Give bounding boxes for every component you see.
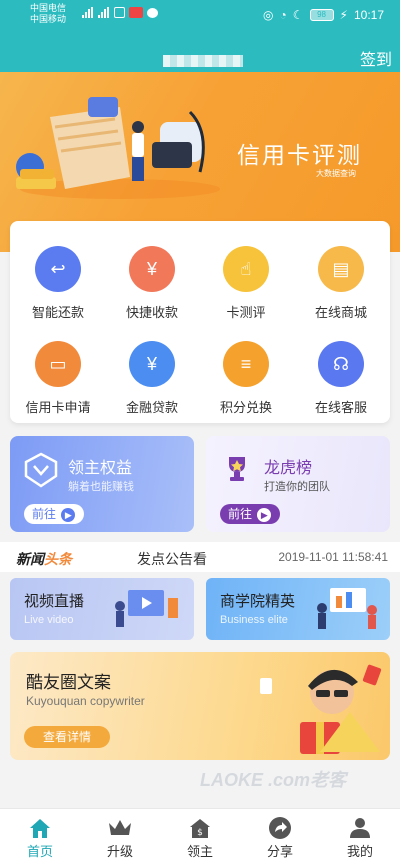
promo-title: 领主权益 bbox=[68, 460, 133, 477]
svg-text:$: $ bbox=[197, 828, 203, 838]
charging-icon: ⚡ bbox=[339, 8, 348, 22]
news-logo-b: 头条 bbox=[44, 551, 72, 567]
trophy-icon bbox=[229, 457, 245, 481]
banner-illustration bbox=[16, 97, 220, 199]
moon-icon: ☾ bbox=[292, 8, 304, 22]
card-title: 商学院精英 bbox=[220, 593, 296, 610]
news-ticker[interactable]: 新闻头条 发点公告看 2019-11-01 11:58:41 bbox=[0, 542, 400, 572]
tab-label: 升级 bbox=[106, 844, 133, 859]
service-label: 在线商城 bbox=[314, 305, 367, 320]
news-time: 2019-11-01 11:58:41 bbox=[278, 550, 388, 564]
service-points-exchange[interactable]: ≡ 积分兑换 bbox=[201, 341, 291, 416]
hand-touch-icon: ☝ bbox=[223, 246, 269, 292]
tab-label: 领主 bbox=[186, 844, 213, 859]
business-illustration bbox=[317, 588, 377, 629]
signal-icon-2 bbox=[98, 7, 110, 18]
app-badge-icon bbox=[129, 7, 143, 18]
nfc-icon: ◎ bbox=[263, 8, 274, 22]
share-icon bbox=[250, 815, 310, 841]
service-label: 金融贷款 bbox=[125, 400, 178, 415]
service-label: 在线客服 bbox=[314, 400, 367, 415]
credit-card-icon: ▭ bbox=[35, 341, 81, 387]
card-title: 视频直播 bbox=[24, 593, 85, 610]
clock: 10:17 bbox=[353, 8, 384, 22]
money-bag-icon: ¥ bbox=[129, 341, 175, 387]
go-button[interactable]: 前往 ▶ bbox=[220, 504, 280, 524]
service-quick-collect[interactable]: ¥ 快捷收款 bbox=[107, 246, 197, 321]
service-label: 信用卡申请 bbox=[25, 400, 91, 415]
arrow-right-icon: ▶ bbox=[61, 508, 76, 522]
medal-icon bbox=[24, 452, 58, 488]
card-subtitle: Live video bbox=[24, 614, 74, 626]
battery-icon: 98 bbox=[309, 9, 334, 21]
go-button[interactable]: 前往 ▶ bbox=[24, 504, 84, 524]
tab-label: 我的 bbox=[346, 844, 373, 859]
service-online-mall[interactable]: ▤ 在线商城 bbox=[296, 246, 386, 321]
copywriter-banner[interactable]: 酷友圈文案 Kuyouquan copywriter 查看详情 bbox=[10, 652, 390, 760]
go-label: 前往 bbox=[32, 507, 57, 521]
view-details-button[interactable]: 查看详情 bbox=[24, 726, 110, 748]
service-card-apply[interactable]: ▭ 信用卡申请 bbox=[13, 341, 103, 416]
lord-rights-card[interactable]: 领主权益 躺着也能赚钱 前往 ▶ bbox=[10, 436, 194, 532]
copywriter-illustration bbox=[260, 664, 382, 754]
carrier-2: 中国移动 bbox=[30, 14, 67, 24]
bottom-tab-bar: 首页 升级 $ 领主 分享 我的 bbox=[0, 808, 400, 866]
alarm-icon: ◔ bbox=[279, 8, 287, 22]
headset-icon: ☊ bbox=[318, 341, 364, 387]
service-smart-repay[interactable]: ↩ 智能还款 bbox=[13, 246, 103, 321]
video-live-card[interactable]: 视频直播 Live video bbox=[10, 578, 194, 640]
card-return-icon: ↩ bbox=[35, 246, 81, 292]
crown-icon bbox=[90, 815, 150, 841]
signal-icon bbox=[82, 7, 94, 18]
service-online-support[interactable]: ☊ 在线客服 bbox=[296, 341, 386, 416]
blurred-title bbox=[163, 55, 243, 67]
service-finance-loan[interactable]: ¥ 金融贷款 bbox=[107, 341, 197, 416]
tab-share[interactable]: 分享 bbox=[250, 815, 310, 860]
promo-title: 龙虎榜 bbox=[264, 460, 313, 477]
banner-title: 信用卡评测 bbox=[237, 142, 362, 168]
card-subtitle: Business elite bbox=[220, 614, 288, 626]
tab-label: 分享 bbox=[266, 844, 293, 859]
news-logo: 新闻头条 bbox=[16, 549, 72, 569]
carrier-info: 中国电信 中国移动 bbox=[30, 3, 66, 25]
service-label: 快捷收款 bbox=[125, 305, 178, 320]
tab-home[interactable]: 首页 bbox=[10, 815, 70, 860]
tab-mine[interactable]: 我的 bbox=[330, 815, 390, 860]
video-illustration bbox=[115, 590, 178, 627]
sign-in-button[interactable]: 签到 bbox=[360, 46, 392, 70]
tab-upgrade[interactable]: 升级 bbox=[90, 815, 150, 860]
service-card-evaluate[interactable]: ☝ 卡测评 bbox=[201, 246, 291, 321]
shop-icon: ▤ bbox=[318, 246, 364, 292]
tab-label: 首页 bbox=[26, 844, 53, 859]
service-label: 卡测评 bbox=[226, 305, 266, 320]
promo-subtitle: 躺着也能赚钱 bbox=[68, 481, 134, 493]
go-label: 前往 bbox=[228, 507, 253, 521]
status-bar: 中国电信 中国移动 ◎ ◔ ☾ 98 ⚡ 10:17 bbox=[0, 0, 400, 32]
coins-icon: ≡ bbox=[223, 341, 269, 387]
banner-subtitle: 大数据查询 bbox=[316, 169, 356, 178]
news-logo-a: 新闻 bbox=[16, 551, 44, 567]
status-right: ◎ ◔ ☾ 98 ⚡ 10:17 bbox=[263, 8, 384, 22]
user-icon bbox=[330, 815, 390, 841]
watermark-logo: LAOKE .com老客 bbox=[200, 770, 347, 790]
arrow-right-icon: ▶ bbox=[257, 508, 272, 522]
yen-circle-icon: ¥ bbox=[129, 246, 175, 292]
leaderboard-card[interactable]: 龙虎榜 打造你的团队 前往 ▶ bbox=[206, 436, 390, 532]
business-elite-card[interactable]: 商学院精英 Business elite bbox=[206, 578, 390, 640]
copywriter-title: 酷友圈文案 bbox=[26, 673, 111, 692]
news-text[interactable]: 发点公告看 bbox=[137, 549, 207, 569]
home-icon bbox=[10, 815, 70, 841]
service-grid: ↩ 智能还款 ¥ 快捷收款 ☝ 卡测评 ▤ 在线商城 ▭ 信用卡申请 ¥ 金融贷… bbox=[10, 221, 390, 423]
image-icon bbox=[114, 7, 125, 18]
service-label: 积分兑换 bbox=[219, 400, 272, 415]
status-icons bbox=[82, 7, 158, 18]
service-label: 智能还款 bbox=[31, 305, 84, 320]
moneybag-house-icon: $ bbox=[170, 815, 230, 841]
copywriter-subtitle: Kuyouquan copywriter bbox=[26, 694, 145, 708]
promo-subtitle: 打造你的团队 bbox=[264, 481, 330, 493]
message-icon bbox=[147, 7, 158, 18]
tab-lord[interactable]: $ 领主 bbox=[170, 815, 230, 860]
carrier-1: 中国电信 bbox=[30, 3, 67, 13]
app-header: 签到 bbox=[0, 32, 400, 72]
